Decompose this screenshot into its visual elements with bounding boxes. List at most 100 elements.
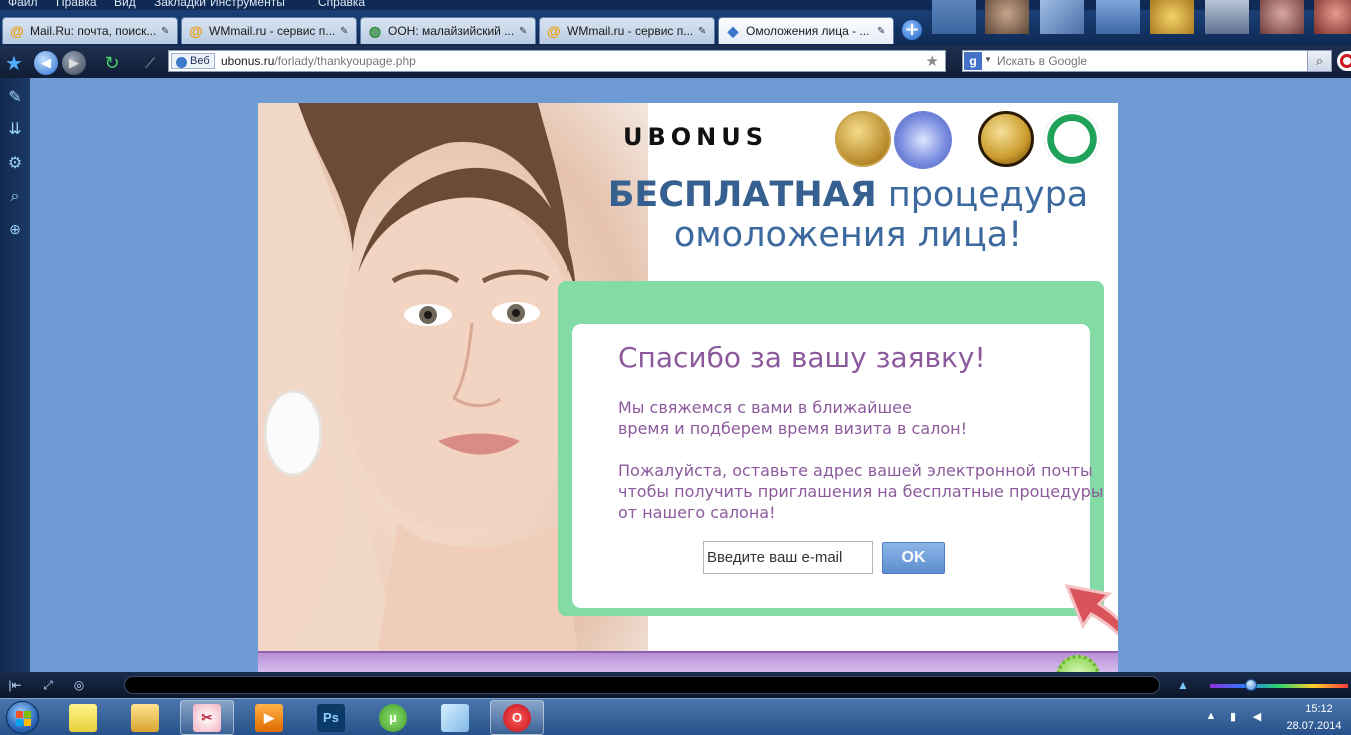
forward-button[interactable]: ▶: [62, 51, 86, 75]
menu-help[interactable]: Справка: [318, 0, 365, 9]
taskbar-snipping-tool[interactable]: ✂: [180, 700, 234, 735]
taskbar-photoshop[interactable]: Ps: [304, 700, 358, 735]
tab-label: ООН: малайзийский ...: [388, 24, 515, 38]
menu-bookmarks[interactable]: Закладки: [154, 0, 206, 9]
status-bar: |⇤ ⤢ ◎ ▲: [0, 672, 1351, 698]
tab-mailru[interactable]: @ Mail.Ru: почта, поиск... ✎: [2, 17, 178, 44]
menu-view[interactable]: Вид: [114, 0, 136, 9]
taskbar-sticky-notes[interactable]: [56, 700, 110, 735]
network-icon[interactable]: ▮: [1226, 710, 1240, 724]
start-button[interactable]: [3, 699, 45, 735]
email-field[interactable]: [703, 541, 873, 574]
tab-wmmail-2[interactable]: @ WMmail.ru - сервис п... ✎: [539, 17, 715, 44]
horizontal-scrollbar[interactable]: [124, 676, 1160, 694]
pencil-icon[interactable]: ✎: [877, 26, 887, 37]
new-tab-button[interactable]: +: [902, 20, 922, 40]
menu-edit[interactable]: Правка: [56, 0, 97, 9]
mailru-icon: @: [10, 23, 24, 39]
tab-label: WMmail.ru - сервис п...: [209, 24, 336, 38]
message-line: Мы свяжемся с вами в ближайшее: [618, 398, 912, 417]
clock-date[interactable]: 28.07.2014: [1281, 720, 1347, 732]
menu-file[interactable]: Файл: [8, 0, 38, 9]
pencil-icon[interactable]: ✎: [161, 26, 171, 37]
tab-active-rejuvenation[interactable]: ◆ Омоложения лица - ... ✎: [718, 17, 894, 44]
ok-button[interactable]: OK: [882, 542, 945, 574]
search-input[interactable]: [997, 53, 1297, 69]
tab-un-news[interactable]: ◍ ООН: малайзийский ... ✎: [360, 17, 536, 44]
zoom-slider[interactable]: [1210, 684, 1348, 688]
show-hidden-icons-icon[interactable]: ▲: [1204, 710, 1218, 724]
opera-logo-icon: [1340, 54, 1351, 68]
taskbar-explorer[interactable]: [118, 700, 172, 735]
wand-icon[interactable]: ⟋: [138, 51, 162, 75]
folder-icon: [131, 703, 159, 732]
address-type-badge[interactable]: Веб: [171, 53, 215, 69]
web-page: Ubonus БЕСПЛАТНАЯ процедура омоложения л…: [258, 103, 1118, 673]
opera-menu-button[interactable]: [1337, 51, 1351, 71]
headline-free: БЕСПЛАТНАЯ: [607, 175, 877, 215]
green-seal-badge: [1044, 111, 1100, 167]
page-icon: ◆: [727, 22, 739, 39]
windows-taskbar: ✂ ▶ Ps µ O ▲ ▮ ◀: [0, 698, 1351, 735]
desktop-thumbnail-icon: [1260, 0, 1304, 34]
100-percent-badge: [978, 111, 1034, 167]
tab-label: Mail.Ru: почта, поиск...: [30, 24, 157, 38]
desktop-thumbnail-icon: [985, 0, 1029, 34]
headline-procedure: процедура: [887, 175, 1089, 215]
headline-rejuvenation: омоложения лица!: [673, 215, 1023, 256]
message-line: время и подберем время визита в салон!: [618, 419, 968, 438]
bookmark-star-icon[interactable]: ★: [2, 51, 26, 75]
url-path: /forlady/thankyoupage.php: [274, 54, 416, 68]
turbo-icon[interactable]: ◎: [70, 676, 88, 694]
taskbar-media-player[interactable]: ▶: [242, 700, 296, 735]
volume-icon[interactable]: ◀: [1250, 710, 1264, 724]
search-icon[interactable]: ⌕: [1307, 51, 1331, 71]
message-line: Пожалуйста, оставьте адрес вашей электро…: [618, 461, 1093, 480]
search-panel-icon[interactable]: ⌕: [4, 186, 26, 208]
reload-icon[interactable]: ↻: [100, 51, 124, 75]
opera-icon: O: [503, 703, 531, 732]
tab-wmmail-1[interactable]: @ WMmail.ru - сервис п... ✎: [181, 17, 357, 44]
zoom-slider-handle[interactable]: [1245, 679, 1257, 691]
downloads-icon[interactable]: ⇊: [4, 118, 26, 140]
photoshop-icon: Ps: [317, 703, 345, 732]
menu-tools[interactable]: Инструменты: [210, 0, 285, 9]
gold-award-badge: [835, 111, 891, 167]
bookmark-star-icon[interactable]: ★: [926, 52, 939, 70]
message-line: чтобы получить приглашения на бесплатные…: [618, 482, 1104, 501]
pencil-icon[interactable]: ✎: [519, 26, 529, 37]
taskbar-opera[interactable]: O: [490, 700, 544, 735]
at-sign-icon: @: [189, 23, 203, 39]
green-seal-icon: [1056, 655, 1100, 673]
ubonus-logo: Ubonus: [623, 123, 769, 151]
address-bar[interactable]: Веб ubonus.ru/forlady/thankyoupage.php ★: [168, 50, 946, 72]
desktop-thumbnail-icon: [1096, 0, 1140, 34]
tab-label: Омоложения лица - ...: [746, 24, 870, 38]
message-line: от нашего салона!: [618, 503, 776, 522]
google-engine-icon[interactable]: g: [964, 52, 982, 70]
sidebar-panel: ✎ ⇊ ⚙ ⌕ ⊕: [0, 78, 30, 672]
desktop-thumbnail-icon: [1150, 0, 1194, 34]
panel-toggle-icon[interactable]: |⇤: [6, 676, 24, 694]
desktop-thumbnail-icon: [932, 0, 976, 34]
address-url[interactable]: ubonus.ru/forlady/thankyoupage.php: [221, 54, 416, 68]
panels-icon[interactable]: ⚙: [4, 152, 26, 174]
taskbar-utorrent[interactable]: µ: [366, 700, 420, 735]
quality-guarantee-badge: [894, 111, 952, 169]
engine-dropdown-icon[interactable]: ▼: [984, 55, 992, 64]
pencil-icon[interactable]: ✎: [340, 26, 350, 37]
fit-to-window-icon[interactable]: ⤢: [39, 676, 57, 694]
notes-icon[interactable]: ✎: [4, 86, 26, 108]
add-panel-icon[interactable]: ⊕: [4, 218, 26, 240]
view-mode-icon[interactable]: ▲: [1174, 676, 1192, 694]
web-globe-icon: [176, 57, 187, 68]
desktop-thumbnail-icon: [1314, 0, 1351, 34]
pencil-icon[interactable]: ✎: [698, 26, 708, 37]
utorrent-icon: µ: [379, 703, 407, 732]
back-button[interactable]: ◀: [34, 51, 58, 75]
address-type-label: Веб: [190, 55, 210, 67]
taskbar-notepad[interactable]: [428, 700, 482, 735]
clock-time[interactable]: 15:12: [1290, 703, 1348, 715]
search-box[interactable]: g ▼ ⌕: [962, 50, 1332, 72]
tab-bar: @ Mail.Ru: почта, поиск... ✎ @ WMmail.ru…: [0, 10, 1351, 46]
